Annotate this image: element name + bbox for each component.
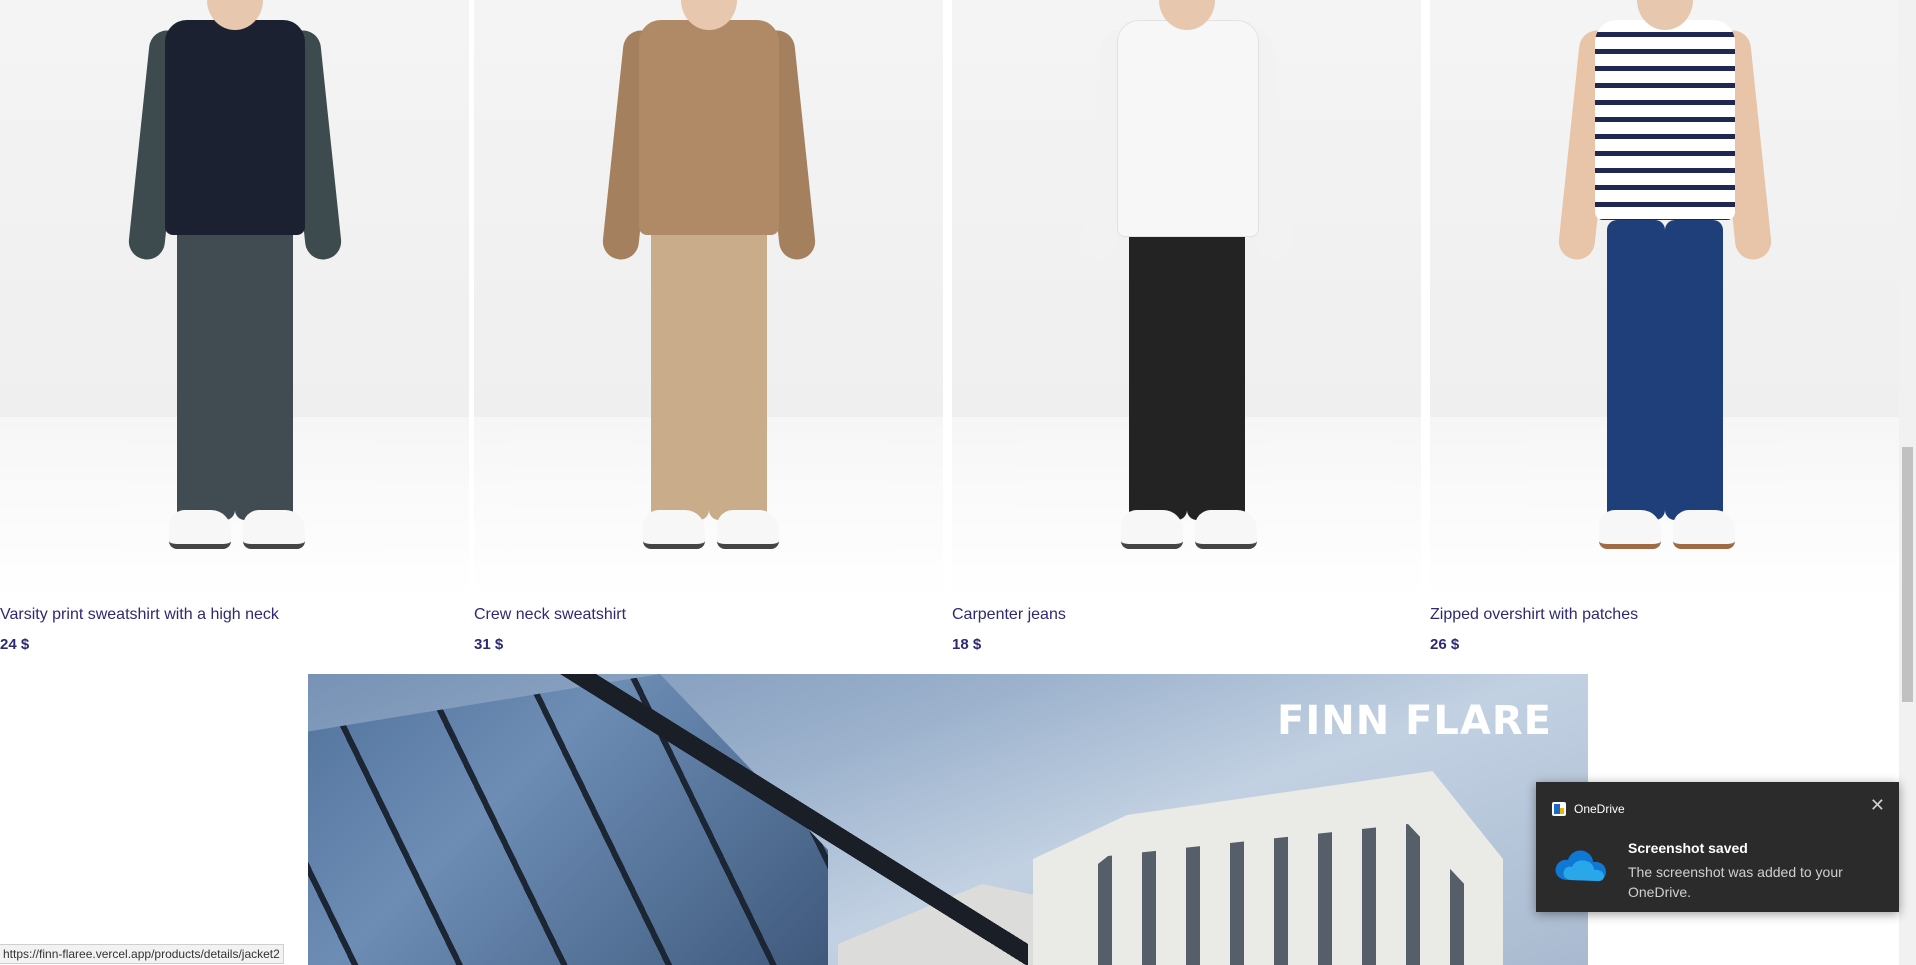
status-bar-url: https://finn-flaree.vercel.app/products/… bbox=[0, 944, 284, 964]
model-shoe bbox=[168, 510, 231, 549]
product-price: 18 $ bbox=[952, 636, 982, 653]
product-card[interactable]: Carpenter jeans 18 $ bbox=[952, 0, 1421, 653]
product-name-link[interactable]: Carpenter jeans bbox=[952, 606, 1421, 624]
product-name-link[interactable]: Zipped overshirt with patches bbox=[1430, 606, 1899, 624]
model-shoe bbox=[1598, 510, 1661, 549]
banner-roof-edge bbox=[308, 674, 1028, 965]
onedrive-cloud-icon bbox=[1555, 850, 1606, 881]
model-shoe bbox=[716, 510, 779, 549]
product-card[interactable]: Zipped overshirt with patches 26 $ bbox=[1430, 0, 1899, 653]
model-leg bbox=[1128, 220, 1187, 520]
toast-app-name: OneDrive bbox=[1574, 802, 1625, 816]
model-figure bbox=[599, 0, 819, 580]
toast-title: Screenshot saved bbox=[1628, 840, 1748, 856]
model-shoe bbox=[1672, 510, 1735, 549]
page: Varsity print sweatshirt with a high nec… bbox=[0, 0, 1916, 965]
toast-message: The screenshot was added to your OneDriv… bbox=[1628, 864, 1843, 900]
product-price: 26 $ bbox=[1430, 636, 1460, 653]
model-sweatshirt bbox=[1116, 20, 1259, 237]
model-striped-tshirt bbox=[1594, 20, 1735, 220]
product-name-link[interactable]: Varsity print sweatshirt with a high nec… bbox=[0, 606, 469, 624]
onedrive-app-icon bbox=[1552, 802, 1566, 816]
model-shoe bbox=[1120, 510, 1183, 549]
model-figure bbox=[1077, 0, 1297, 580]
close-icon[interactable]: ✕ bbox=[1870, 796, 1885, 814]
product-price: 24 $ bbox=[0, 636, 30, 653]
vertical-scrollbar[interactable] bbox=[1899, 0, 1916, 965]
model-leg bbox=[1664, 220, 1723, 520]
product-image[interactable] bbox=[952, 0, 1421, 597]
model-figure bbox=[125, 0, 345, 580]
product-card[interactable]: Varsity print sweatshirt with a high nec… bbox=[0, 0, 469, 653]
product-name-link[interactable]: Crew neck sweatshirt bbox=[474, 606, 943, 624]
model-leg bbox=[650, 220, 709, 520]
model-leg bbox=[176, 220, 235, 520]
model-leg bbox=[1186, 220, 1245, 520]
model-leg bbox=[234, 220, 293, 520]
finn-flare-logo: FINN FLARE bbox=[1277, 698, 1552, 744]
model-leg bbox=[1606, 220, 1665, 520]
product-image[interactable] bbox=[1430, 0, 1899, 597]
toast-header: OneDrive bbox=[1552, 802, 1625, 816]
scrollbar-thumb[interactable] bbox=[1902, 447, 1913, 702]
product-card[interactable]: Crew neck sweatshirt 31 $ bbox=[474, 0, 943, 653]
product-image[interactable] bbox=[0, 0, 469, 597]
model-shoe bbox=[242, 510, 305, 549]
promo-banner[interactable]: FINN FLARE bbox=[308, 674, 1588, 965]
model-jacket bbox=[638, 20, 779, 235]
model-shoe bbox=[1194, 510, 1257, 549]
product-price: 31 $ bbox=[474, 636, 504, 653]
onedrive-toast-notification[interactable]: OneDrive ✕ Screenshot saved The screensh… bbox=[1536, 782, 1899, 912]
model-figure bbox=[1555, 0, 1775, 580]
product-grid: Varsity print sweatshirt with a high nec… bbox=[0, 0, 1899, 660]
model-shoe bbox=[642, 510, 705, 549]
model-leg bbox=[708, 220, 767, 520]
product-image[interactable] bbox=[474, 0, 943, 597]
model-vest bbox=[164, 20, 305, 235]
